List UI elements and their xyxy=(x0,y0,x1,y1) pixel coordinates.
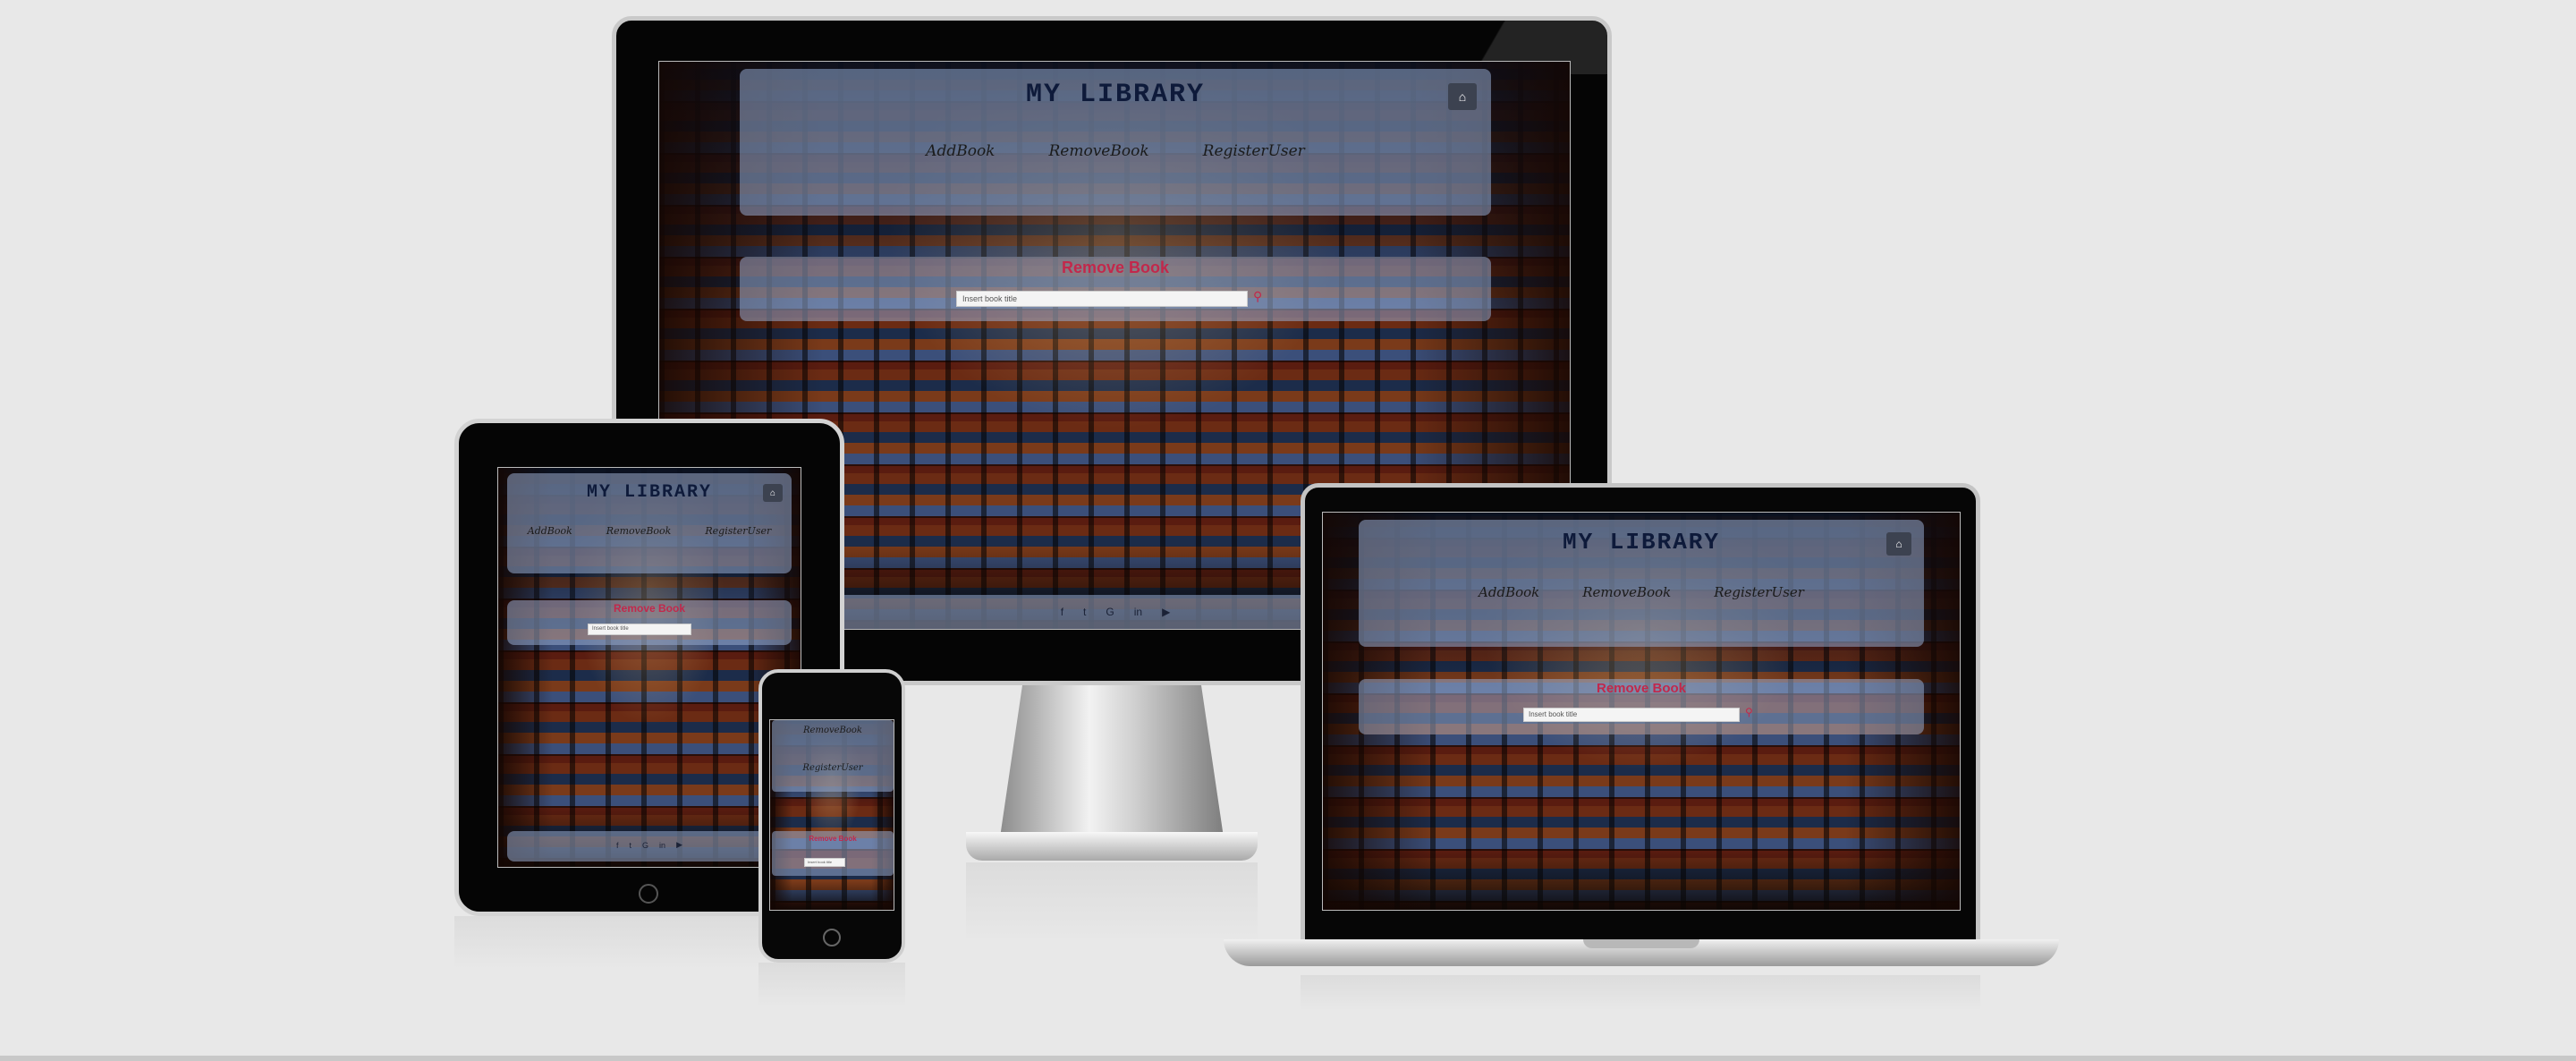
search-input[interactable]: Insert book title xyxy=(956,291,1248,307)
home-icon: ⌂ xyxy=(1895,538,1902,550)
remove-book-panel: Remove Book Insert book title ⚲ xyxy=(1359,679,1924,734)
site-title: MY LIBRARY xyxy=(1025,80,1206,110)
header-panel: MY LIBRARY ⌂ AddBook RemoveBook Register… xyxy=(1359,520,1924,647)
google-icon[interactable]: G xyxy=(642,841,648,850)
page-bottom-border xyxy=(0,1056,2576,1061)
header-panel: MY LIBRARY ⌂ AddBook RemoveBook Register… xyxy=(740,69,1491,216)
nav-menu: AddBook RemoveBook RegisterUser xyxy=(1359,584,1924,600)
laptop-notch xyxy=(1583,939,1699,948)
phone-home-button xyxy=(823,929,841,946)
remove-book-panel: Remove Book Insert book title ⚲ xyxy=(740,257,1491,321)
linkedin-icon[interactable]: in xyxy=(659,841,665,850)
nav-register-user[interactable]: RegisterUser xyxy=(705,525,771,537)
phone-reflection xyxy=(758,963,905,1007)
laptop-screen: MY LIBRARY ⌂ AddBook RemoveBook Register… xyxy=(1322,512,1961,911)
home-icon: ⌂ xyxy=(769,488,776,498)
twitter-icon[interactable]: t xyxy=(630,841,632,850)
laptop-reflection xyxy=(1301,975,1980,1011)
nav-register-user[interactable]: RegisterUser xyxy=(802,763,862,773)
header-panel: MY LIBRARY ⌂ AddBook RemoveBook Register… xyxy=(507,473,792,573)
monitor-base xyxy=(966,832,1258,861)
phone-screen: RemoveBook RegisterUser Remove Book Inse… xyxy=(769,719,894,911)
linkedin-icon[interactable]: in xyxy=(1134,606,1142,618)
site-title: MY LIBRARY xyxy=(586,482,713,503)
monitor-stand xyxy=(1000,685,1224,837)
tablet-screen: MY LIBRARY ⌂ AddBook RemoveBook Register… xyxy=(497,467,801,868)
search-input[interactable]: Insert book title xyxy=(804,858,845,867)
nav-add-book[interactable]: AddBook xyxy=(528,525,572,537)
section-title: Remove Book xyxy=(1061,259,1170,276)
nav-remove-book[interactable]: RemoveBook xyxy=(1048,142,1148,160)
section-title: Remove Book xyxy=(613,602,686,615)
footer-panel: f t G in ▶ xyxy=(507,831,792,862)
nav-remove-book[interactable]: RemoveBook xyxy=(803,726,862,735)
search-icon[interactable]: ⚲ xyxy=(1745,706,1753,718)
remove-book-panel: Remove Book Insert book title xyxy=(507,600,792,645)
nav-add-book[interactable]: AddBook xyxy=(926,142,995,160)
nav-menu: AddBook RemoveBook RegisterUser xyxy=(507,525,792,537)
remove-book-panel: Remove Book Insert book title xyxy=(772,831,894,876)
nav-item-register-wrap: RegisterUser xyxy=(772,763,894,773)
nav-item-remove-wrap: RemoveBook xyxy=(772,726,894,735)
home-button[interactable]: ⌂ xyxy=(763,484,783,502)
youtube-icon[interactable]: ▶ xyxy=(1162,606,1170,618)
site-title: MY LIBRARY xyxy=(1562,529,1721,556)
nav-register-user[interactable]: RegisterUser xyxy=(1203,142,1305,160)
google-icon[interactable]: G xyxy=(1106,606,1114,618)
nav-remove-book[interactable]: RemoveBook xyxy=(606,525,672,537)
home-button[interactable]: ⌂ xyxy=(1886,532,1911,556)
section-title: Remove Book xyxy=(809,835,857,843)
social-links: f t G in ▶ xyxy=(507,840,792,850)
twitter-icon[interactable]: t xyxy=(1083,606,1086,618)
youtube-icon[interactable]: ▶ xyxy=(676,840,682,850)
home-button[interactable]: ⌂ xyxy=(1448,83,1477,110)
section-title: Remove Book xyxy=(1596,681,1687,696)
search-icon[interactable]: ⚲ xyxy=(1253,289,1262,304)
tablet-home-button xyxy=(639,884,658,904)
facebook-icon[interactable]: f xyxy=(1061,606,1063,618)
facebook-icon[interactable]: f xyxy=(616,841,619,850)
monitor-reflection xyxy=(966,862,1258,943)
nav-register-user[interactable]: RegisterUser xyxy=(1714,584,1804,600)
home-icon: ⌂ xyxy=(1458,89,1467,104)
search-input[interactable]: Insert book title xyxy=(588,624,691,635)
nav-add-book[interactable]: AddBook xyxy=(1479,584,1539,600)
header-panel: RemoveBook RegisterUser xyxy=(772,720,894,792)
nav-remove-book[interactable]: RemoveBook xyxy=(1582,584,1671,600)
search-input[interactable]: Insert book title xyxy=(1523,708,1740,722)
nav-menu: AddBook RemoveBook RegisterUser xyxy=(740,142,1491,160)
